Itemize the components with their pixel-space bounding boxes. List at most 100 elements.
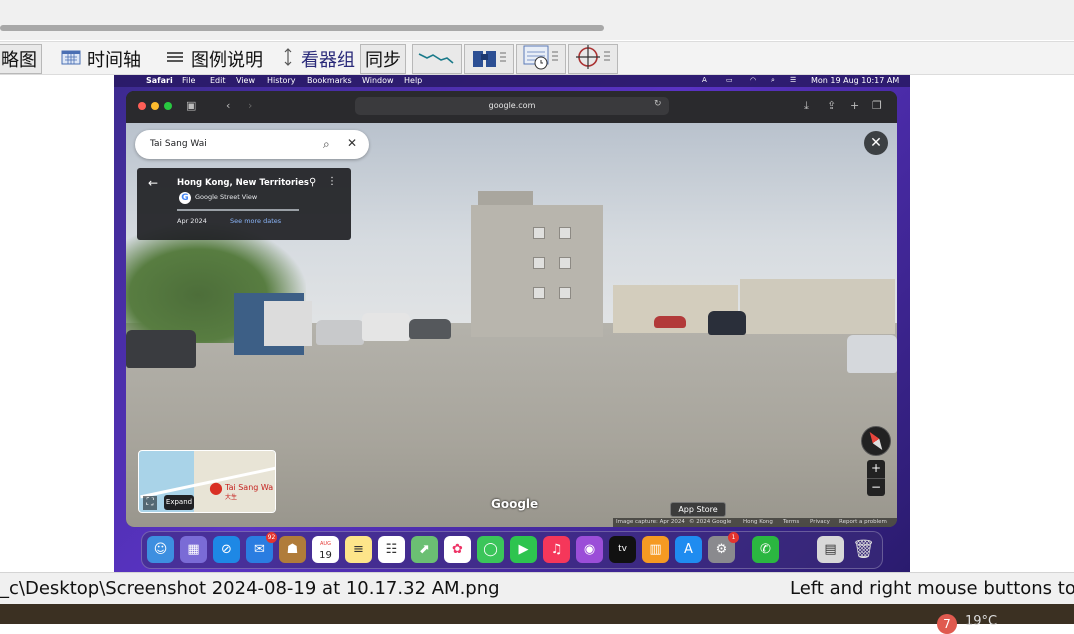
- minimap-place-label-cn: 大生: [225, 494, 238, 501]
- top-scroll-area: [0, 0, 1074, 40]
- downloads-stack-icon[interactable]: ▤: [817, 536, 844, 563]
- wifi-icon[interactable]: ◠: [750, 76, 756, 84]
- menu-file[interactable]: File: [182, 76, 195, 85]
- horizontal-scrollbar[interactable]: [0, 25, 604, 31]
- download-icon[interactable]: ⤓: [804, 99, 809, 113]
- back-icon[interactable]: ‹: [226, 99, 230, 112]
- menu-history[interactable]: History: [267, 76, 295, 85]
- finder-icon[interactable]: ☺: [147, 536, 174, 563]
- reminders-icon[interactable]: ☷: [378, 536, 405, 563]
- search-box[interactable]: Tai Sang Wai ⌕ ✕: [135, 130, 369, 159]
- notification-badge[interactable]: 7: [937, 614, 957, 634]
- screenshot-image[interactable]: Safari File Edit View History Bookmarks …: [114, 75, 910, 572]
- timeline-bar: [177, 209, 299, 211]
- control-center-icon[interactable]: ☰: [790, 76, 796, 84]
- report-problem-link[interactable]: Report a problem: [839, 519, 887, 525]
- location-title: Hong Kong, New Territories: [177, 178, 309, 188]
- books-icon[interactable]: ▥: [642, 536, 669, 563]
- expand-icon[interactable]: ⛶: [143, 496, 157, 510]
- legend-button[interactable]: 图例说明: [160, 44, 268, 74]
- timeline-button[interactable]: 时间轴: [56, 44, 146, 74]
- messages-icon[interactable]: ◯: [477, 536, 504, 563]
- music-icon[interactable]: ♫: [543, 536, 570, 563]
- binoculars-button[interactable]: [464, 44, 514, 74]
- google-logo: Google: [491, 497, 539, 511]
- photos-icon[interactable]: ✿: [444, 536, 471, 563]
- terms-link[interactable]: Terms: [783, 519, 799, 525]
- status-hint: Left and right mouse buttons to r: [790, 578, 1074, 599]
- zoom-out-button[interactable]: −: [867, 478, 885, 496]
- car: [708, 311, 746, 335]
- facetime-icon[interactable]: ▶: [510, 536, 537, 563]
- new-tab-icon[interactable]: +: [850, 99, 859, 112]
- expand-button[interactable]: Expand: [164, 495, 194, 510]
- menubar-clock[interactable]: Mon 19 Aug 10:17 AM: [811, 76, 899, 85]
- chart-clock-button[interactable]: [516, 44, 566, 74]
- trash-icon[interactable]: 🗑: [850, 536, 877, 563]
- region-link[interactable]: Hong Kong: [743, 519, 773, 525]
- menu-bookmarks[interactable]: Bookmarks: [307, 76, 352, 85]
- contacts-icon[interactable]: ☗: [279, 536, 306, 563]
- chart-clock-icon: [521, 44, 561, 75]
- whatsapp-icon[interactable]: ✆: [752, 536, 779, 563]
- apple-tv-icon[interactable]: tv: [609, 536, 636, 563]
- calendar-icon[interactable]: AUG 19: [312, 536, 339, 563]
- search-input[interactable]: Tai Sang Wai: [150, 139, 207, 149]
- trend-button[interactable]: [412, 44, 462, 74]
- search-icon[interactable]: ⌕: [323, 137, 330, 152]
- sync-button[interactable]: 同步: [360, 44, 406, 74]
- tab-overview-icon[interactable]: ❐: [872, 99, 882, 112]
- mail-icon[interactable]: ✉ 92: [246, 532, 277, 563]
- sidebar-toggle-icon[interactable]: ▣: [186, 99, 196, 112]
- crosshair-button[interactable]: [568, 44, 618, 74]
- settings-badge: 1: [728, 532, 739, 543]
- share-icon[interactable]: ⇪: [827, 99, 836, 112]
- timeline-label: 时间轴: [87, 50, 141, 71]
- notes-icon[interactable]: ≡: [345, 536, 372, 563]
- menu-window[interactable]: Window: [362, 76, 394, 85]
- reload-icon[interactable]: ↻: [654, 99, 662, 109]
- safari-titlebar: ▣ ‹ › google.com ↻ ⤓ ⇪ + ❐: [126, 91, 897, 123]
- watch-button[interactable]: 看器组: [276, 44, 360, 74]
- source-label: Google Street View: [195, 193, 258, 201]
- weather-temp[interactable]: 19°C: [965, 614, 997, 629]
- zoom-in-button[interactable]: +: [867, 460, 885, 478]
- forward-icon[interactable]: ›: [248, 99, 252, 112]
- minimize-window-icon[interactable]: [151, 102, 159, 110]
- calendar-month: AUG: [320, 541, 331, 547]
- truck-box: [264, 301, 312, 346]
- more-options-icon[interactable]: ⋮: [327, 176, 337, 187]
- launchpad-icon[interactable]: ▦: [180, 536, 207, 563]
- back-arrow-icon[interactable]: ←: [148, 176, 158, 190]
- address-bar[interactable]: google.com: [355, 97, 669, 115]
- file-path: _c\Desktop\Screenshot 2024-08-19 at 10.1…: [0, 578, 500, 599]
- menu-view[interactable]: View: [236, 76, 255, 85]
- close-street-view-button[interactable]: ✕: [864, 131, 888, 155]
- menu-edit[interactable]: Edit: [210, 76, 226, 85]
- see-more-dates-link[interactable]: See more dates: [230, 217, 281, 225]
- menu-help[interactable]: Help: [404, 76, 422, 85]
- podcasts-icon[interactable]: ◉: [576, 536, 603, 563]
- app-store-icon[interactable]: A: [675, 536, 702, 563]
- minimap[interactable]: ● Tai Sang Wa 大生 ⛶ Expand: [138, 450, 276, 513]
- street-view-panorama[interactable]: Tai Sang Wai ⌕ ✕ ← Hong Kong, New Territ…: [126, 123, 897, 527]
- dock-tooltip: App Store: [670, 502, 726, 517]
- car: [362, 313, 410, 341]
- maps-icon[interactable]: ⬈: [411, 536, 438, 563]
- compass-icon[interactable]: [861, 426, 891, 456]
- close-window-icon[interactable]: [138, 102, 146, 110]
- input-source-icon[interactable]: A: [702, 76, 707, 84]
- thumbnail-button[interactable]: 略图: [0, 44, 42, 74]
- system-settings-icon[interactable]: ⚙ 1: [708, 532, 739, 563]
- image-capture-text: Image capture: Apr 2024: [616, 519, 685, 525]
- privacy-link[interactable]: Privacy: [810, 519, 830, 525]
- battery-icon[interactable]: ▭: [726, 76, 733, 84]
- map-pin-icon: ●: [209, 478, 223, 497]
- close-icon[interactable]: ✕: [347, 136, 357, 150]
- zoom-window-icon[interactable]: [164, 102, 172, 110]
- app-menu[interactable]: Safari: [146, 76, 173, 85]
- mac-menubar: Safari File Edit View History Bookmarks …: [114, 75, 910, 87]
- safari-icon[interactable]: ⊘: [213, 536, 240, 563]
- location-pin-icon[interactable]: ⚲: [309, 177, 316, 188]
- spotlight-icon[interactable]: ⌕: [771, 76, 775, 85]
